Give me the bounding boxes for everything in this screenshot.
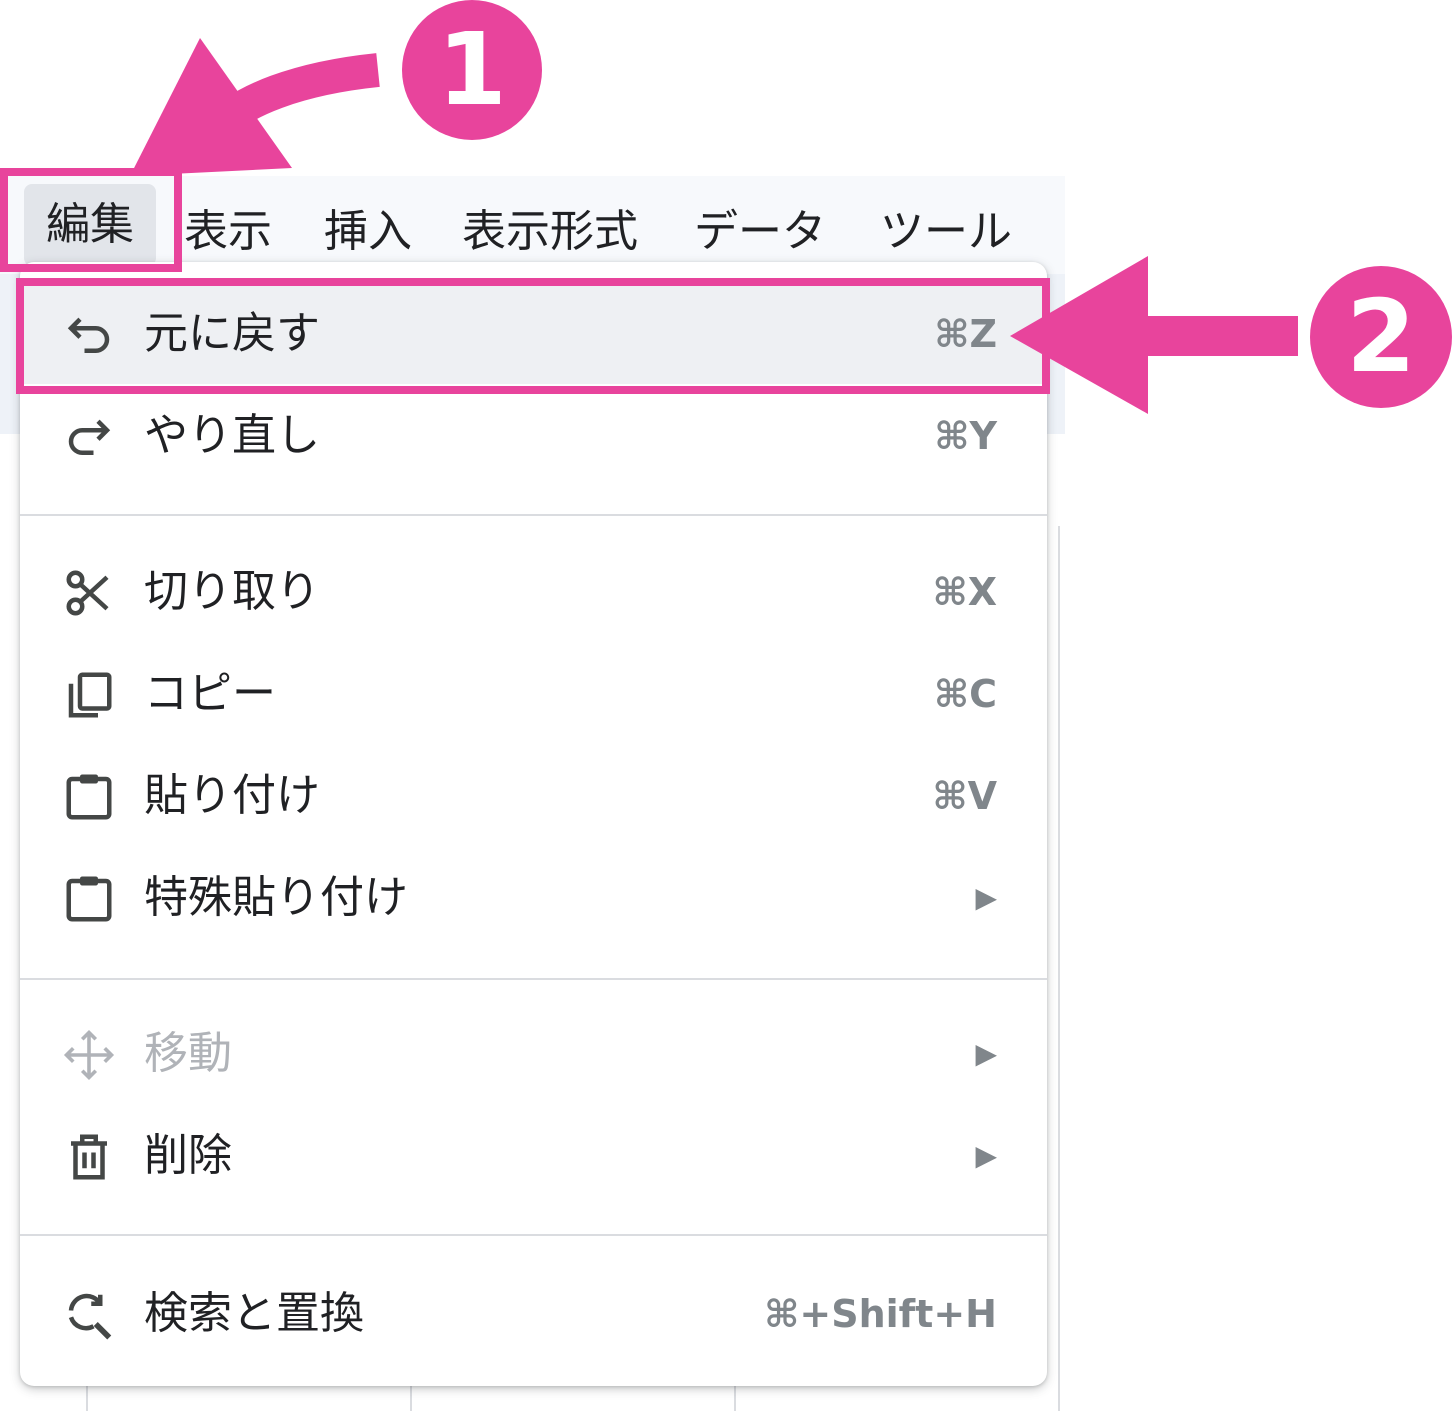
edit-dropdown-menu: 元に戻す ⌘Z やり直し ⌘Y 切り取り ⌘X コピー ⌘C 貼り付け ⌘V 特… <box>20 262 1047 1386</box>
menu-item-move[interactable]: 移動 ▶ <box>20 1004 1047 1104</box>
menu-separator <box>20 1234 1047 1236</box>
menu-tools[interactable]: ツール <box>880 204 1012 260</box>
highlight-box-undo <box>16 278 1050 394</box>
menu-separator <box>20 978 1047 980</box>
menu-item-label: 貼り付け <box>144 770 320 821</box>
shortcut-text: ⌘V <box>932 774 997 818</box>
menu-item-label: 切り取り <box>144 566 320 617</box>
arrow-1-shaft <box>201 53 380 142</box>
step-badge-1: 1 <box>402 0 542 140</box>
menu-item-cut[interactable]: 切り取り ⌘X <box>20 542 1047 642</box>
menu-item-paste-special[interactable]: 特殊貼り付け ▶ <box>20 848 1047 948</box>
submenu-arrow-icon: ▶ <box>975 1037 997 1070</box>
menu-view[interactable]: 表示 <box>184 204 272 260</box>
menu-item-redo[interactable]: やり直し ⌘Y <box>20 386 1047 486</box>
menu-item-copy[interactable]: コピー ⌘C <box>20 644 1047 744</box>
menu-format[interactable]: 表示形式 <box>462 204 638 260</box>
shortcut-text: ⌘X <box>932 570 997 614</box>
menu-item-paste[interactable]: 貼り付け ⌘V <box>20 746 1047 846</box>
arrow-2-shaft <box>1138 316 1298 356</box>
menu-item-label: 削除 <box>144 1130 232 1181</box>
grid-line <box>1058 526 1060 1411</box>
trash-icon <box>62 1130 116 1184</box>
menu-item-label: 移動 <box>144 1028 232 1079</box>
highlight-box-edit-menu <box>0 168 182 272</box>
submenu-arrow-icon: ▶ <box>975 881 997 914</box>
menu-item-label: 検索と置換 <box>144 1288 364 1339</box>
menu-data[interactable]: データ <box>694 204 826 260</box>
menu-item-label: コピー <box>144 668 276 719</box>
menu-insert[interactable]: 挿入 <box>324 204 412 260</box>
redo-icon <box>62 410 116 464</box>
scissors-icon <box>62 566 116 620</box>
menu-item-label: やり直し <box>144 410 320 461</box>
menu-separator <box>20 514 1047 516</box>
clipboard-icon <box>62 770 116 824</box>
shortcut-text: ⌘C <box>933 672 997 716</box>
move-arrows-icon <box>62 1028 116 1082</box>
menu-item-label: 特殊貼り付け <box>144 872 408 923</box>
menu-item-delete[interactable]: 削除 ▶ <box>20 1106 1047 1206</box>
step-badge-2: 2 <box>1310 266 1452 408</box>
shortcut-text: ⌘+Shift+H <box>764 1292 997 1336</box>
copy-icon <box>62 668 116 722</box>
menu-item-find-replace[interactable]: 検索と置換 ⌘+Shift+H <box>20 1264 1047 1364</box>
shortcut-text: ⌘Y <box>934 414 997 458</box>
clipboard-icon <box>62 872 116 926</box>
arrow-1-head <box>130 38 292 176</box>
submenu-arrow-icon: ▶ <box>975 1139 997 1172</box>
find-replace-icon <box>62 1288 116 1342</box>
